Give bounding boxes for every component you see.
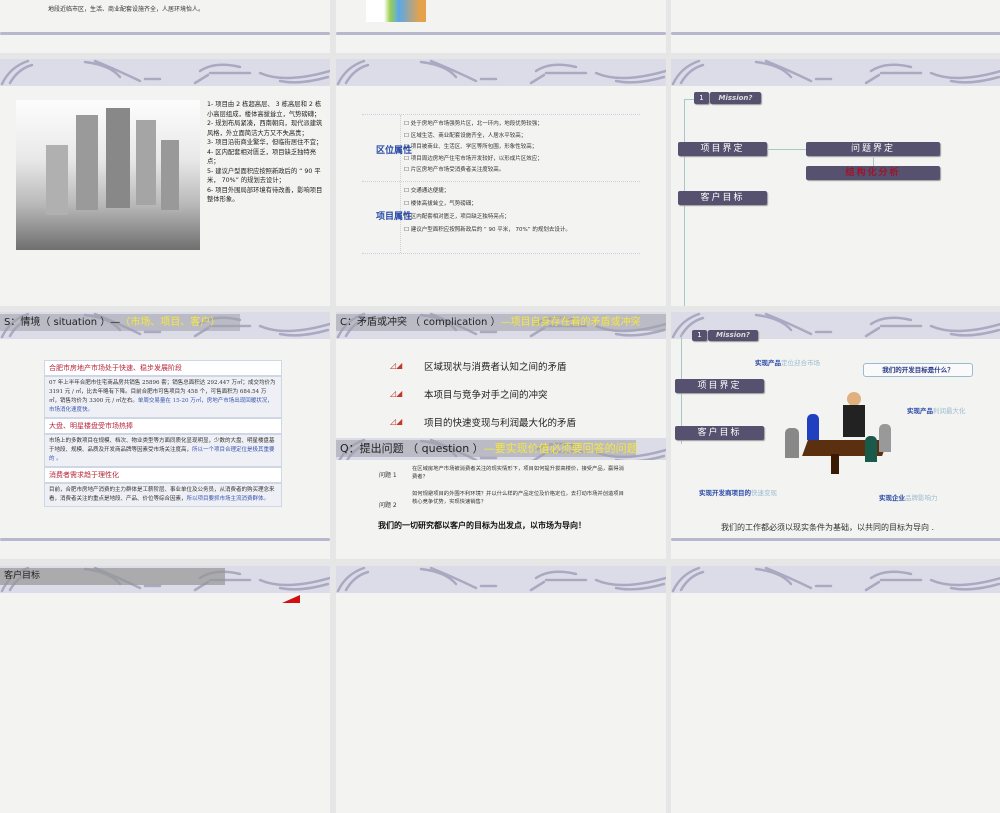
point: 4- 区内配套相对匮乏，项目缺乏独特亮点； [207,148,317,166]
goal-profit: 实现产品利润最大化 [907,407,966,415]
slide-project-overview[interactable]: 1- 项目由 2 栋超高层、 3 栋高层和 2 栋小高层组成，楼体高拔耸立，气势… [0,59,330,306]
slide-situation[interactable]: S：情境（ situation ）—（市场、项目、客户） 合肥市房地产市场处于快… [0,312,330,559]
question-1-text: 在区域房地产市场被消费者关注的现实情形下，项目如何提升拔高楼价，接受产品，赢得消… [412,466,624,480]
point: 2- 规划布局紧凑，西南朝向，现代派建筑风格，外立面简洁大方又不失高贵； [207,120,323,137]
triangle-icon: ◿◢ [390,389,403,398]
speech-bubble: 我们的开发目标是什么？ [863,363,973,377]
header-band [336,59,666,86]
mission-number: 1 [692,330,707,341]
triangle-icon: ◿◢ [390,361,403,370]
situation-box: 合肥市房地产市场处于快速、稳步发展阶段 07 年上半年合肥市住宅商品房共销售 2… [44,360,282,507]
goal-brand: 实现企业品牌影响力 [879,494,938,502]
section-body: 市场上的多数项目在规模、档次、物业类型等方面同质化显现明显，少数的大盘、明星楼盘… [44,434,282,467]
slide-top-middle[interactable] [336,0,666,53]
client-goal-node[interactable]: 客户目标 [675,426,764,440]
location-item: ☐ 区域生活、商业配套设施齐全，人居水平较高； [404,132,527,139]
section-body: 目前，合肥市房地产消费的主力群体是工薪阶层、事业单位及公务员，从消费者的购买理念… [44,483,282,507]
section-heading: 消费者需求趋于理性化 [44,467,282,483]
slide-top-right[interactable] [671,0,1000,53]
attributes-table: 区位属性 ☐ 处于房地产市场强势片区，北一环内，地段优势较强； ☐ 区域生活、商… [362,114,640,254]
header-band [0,59,330,86]
divider [671,538,1000,541]
meeting-illustration [781,392,893,476]
section-heading: 大盘、明星楼盘受市场热捧 [44,418,282,434]
slide-complication-question[interactable]: C：矛盾或冲突 （ complication ）—项目自身存在着的矛盾或冲突 ◿… [336,312,666,559]
client-goal-node[interactable]: 客户目标 [678,191,767,205]
point: 6- 项目外围局部环境有待改善，影响项目整体形象。 [207,186,323,204]
red-arrow-shape [282,595,300,603]
slide-title: S：情境（ situation ）—（市场、项目、客户） [0,314,240,331]
header-band [336,566,666,593]
project-item: ☐ 区内配套相对匮乏，项目缺乏独特亮点； [404,214,510,220]
project-item: ☐ 建议户型面积应按照新政后的 “ 90 平米， 70%” 的规划去设计。 [404,227,571,233]
question-conclusion: 我们的一切研究都以客户的目标为出发点，以市场为导向！ [378,521,586,530]
mission-number: 1 [694,92,709,104]
project-definition-node[interactable]: 项目界定 [675,379,764,393]
question-2-text: 如何规避项目的外围不利环境？并以什么样的产品定位及价格定位，去打动市场并创造项目… [412,491,624,505]
question-2-label: 问题 2 [379,502,397,509]
header-band [671,566,1000,593]
slide-title: 客户目标 [0,568,225,585]
mission-label: Mission? [710,92,761,104]
location-item: ☐ 项目周边房地产住宅市场开发较好，以形成片区效应； [404,155,543,162]
problem-definition-node[interactable]: 问题界定 [806,142,940,156]
divider [0,32,330,35]
map-image [366,0,426,22]
triangle-icon: ◿◢ [390,417,403,426]
complication-item: 项目的快速变现与利润最大化的矛盾 [424,418,577,429]
point: 5- 建议户型面积应按照新政后的 “ 90 平米， 70%” 的规划去设计； [207,167,321,185]
project-definition-node[interactable]: 项目界定 [678,142,767,156]
project-item: ☐ 交通通达便捷； [404,188,450,194]
complication-title: C：矛盾或冲突 （ complication ）—项目自身存在着的矛盾或冲突 [336,314,666,331]
point: 1- 项目由 2 栋超高层、 3 栋高层和 2 栋小高层组成，楼体高拔耸立，气势… [207,101,322,118]
goal-quick-return: 实现开发商项目的快速变现 [699,489,777,497]
slide-client-goal[interactable]: 客户目标 [0,566,330,813]
section-heading: 合肥市房地产市场处于快速、稳步发展阶段 [44,360,282,376]
divider [671,32,1000,35]
location-item: ☐ 片区房地产市场受消费者关注度较高。 [404,167,505,173]
slide-bottom-right[interactable] [671,566,1000,813]
slide-goals[interactable]: 1 Mission? 项目界定 客户目标 实现产品定位迎合市场 我们的开发目标是… [671,312,1000,559]
header-band [671,59,1000,86]
divider [0,538,330,541]
question-title: Q：提出问题 （ question ）—要实现价值必须要回答的问题 [336,440,638,457]
location-item: ☐ 处于房地产市场强势片区，北一环内，地段优势较强； [404,121,543,127]
slide-bottom-middle[interactable] [336,566,666,813]
slide-mission-tree[interactable]: 1 Mission? 项目界定 问题界定 结构化分析 客户目标 [671,59,1000,306]
mission-label: Mission? [708,330,758,341]
project-item: ☐ 楼体高拔耸立，气势磅礴； [404,201,477,207]
point: 3- 项目沿街商业繁华，但临街居住不宜； [207,139,323,146]
goal-market: 实现产品定位迎合市场 [755,359,820,367]
complication-item: 本项目与竞争对手之间的冲突 [424,390,548,401]
structured-analysis-node[interactable]: 结构化分析 [806,166,940,180]
slide-attributes[interactable]: 区位属性 ☐ 处于房地产市场强势片区，北一环内，地段优势较强； ☐ 区域生活、商… [336,59,666,306]
goals-conclusion: 我们的工作都必须以现实条件为基础，以共同的目标为导向 . [721,523,935,532]
divider [336,32,666,35]
location-item: ☐ 项目被商业、生活区、学区等所包围，形象性较高； [404,144,538,150]
section-body: 07 年上半年合肥市住宅商品房共销售 25896 套；销售总面积达 292.44… [44,376,282,418]
building-photo [16,100,200,250]
question-1-label: 问题 1 [379,472,397,479]
complication-item: 区域现状与消费者认知之间的矛盾 [424,362,567,373]
overview-points: 1- 项目由 2 栋超高层、 3 栋高层和 2 栋小高层组成，楼体高拔耸立，气势… [207,100,327,205]
slide-text: 地段近临市区，生活、商业配套设施齐全，人居环境怡人。 [48,6,205,13]
slide-top-left[interactable]: 地段近临市区，生活、商业配套设施齐全，人居环境怡人。 [0,0,330,53]
